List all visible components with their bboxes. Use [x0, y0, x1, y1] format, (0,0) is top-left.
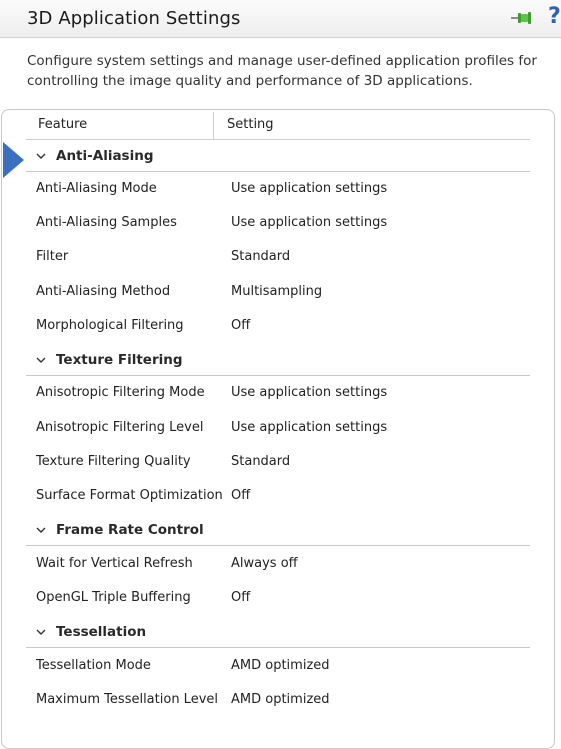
- chevron-down-icon[interactable]: [36, 629, 46, 636]
- setting-value[interactable]: AMD optimized: [231, 692, 330, 707]
- table-row[interactable]: Anti-Aliasing Mode Use application setti…: [26, 173, 530, 207]
- table-row[interactable]: Anti-Aliasing Samples Use application se…: [26, 207, 530, 241]
- setting-value[interactable]: Always off: [231, 556, 298, 571]
- group-anti-aliasing[interactable]: Anti-Aliasing: [26, 142, 530, 172]
- table-row[interactable]: Anisotropic Filtering Level Use applicat…: [26, 412, 530, 446]
- table-row[interactable]: OpenGL Triple Buffering Off: [26, 582, 530, 616]
- table-row[interactable]: Texture Filtering Quality Standard: [26, 446, 530, 480]
- setting-value[interactable]: Use application settings: [231, 181, 387, 196]
- group-tessellation[interactable]: Tessellation: [26, 618, 530, 648]
- table-header: Feature Setting: [26, 112, 530, 140]
- setting-value[interactable]: AMD optimized: [231, 658, 330, 673]
- group-label: Frame Rate Control: [56, 522, 204, 538]
- feature-label: Wait for Vertical Refresh: [36, 556, 193, 571]
- page-title: 3D Application Settings: [27, 8, 241, 29]
- table-row[interactable]: Morphological Filtering Off: [26, 310, 530, 344]
- feature-label: Anti-Aliasing Mode: [36, 181, 157, 196]
- feature-label: Surface Format Optimization: [36, 488, 223, 503]
- table-row[interactable]: Surface Format Optimization Off: [26, 480, 530, 514]
- table-row[interactable]: Anisotropic Filtering Mode Use applicati…: [26, 377, 530, 411]
- table-row[interactable]: Anti-Aliasing Method Multisampling: [26, 276, 530, 310]
- column-header-setting[interactable]: Setting: [227, 117, 274, 132]
- setting-value[interactable]: Use application settings: [231, 385, 387, 400]
- chevron-down-icon[interactable]: [36, 527, 46, 534]
- group-texture-filtering[interactable]: Texture Filtering: [26, 346, 530, 376]
- page-description: Configure system settings and manage use…: [27, 53, 537, 89]
- feature-label: Morphological Filtering: [36, 318, 184, 333]
- table-row[interactable]: Filter Standard: [26, 241, 530, 275]
- group-frame-rate-control[interactable]: Frame Rate Control: [26, 516, 530, 546]
- group-label: Anti-Aliasing: [56, 148, 154, 164]
- feature-label: Tessellation Mode: [36, 658, 151, 673]
- column-header-feature[interactable]: Feature: [38, 117, 87, 132]
- chevron-down-icon[interactable]: [36, 153, 46, 160]
- table-row[interactable]: Tessellation Mode AMD optimized: [26, 650, 530, 684]
- table-row[interactable]: Wait for Vertical Refresh Always off: [26, 548, 530, 582]
- feature-label: Anti-Aliasing Method: [36, 284, 171, 299]
- setting-value[interactable]: Use application settings: [231, 420, 387, 435]
- feature-label: Maximum Tessellation Level: [36, 692, 218, 707]
- group-label: Tessellation: [56, 624, 147, 640]
- setting-value[interactable]: Off: [231, 488, 250, 503]
- feature-label: Filter: [36, 249, 69, 264]
- feature-label: OpenGL Triple Buffering: [36, 590, 191, 605]
- setting-value[interactable]: Use application settings: [231, 215, 387, 230]
- feature-label: Texture Filtering Quality: [36, 454, 191, 469]
- chevron-down-icon[interactable]: [36, 357, 46, 364]
- feature-label: Anti-Aliasing Samples: [36, 215, 177, 230]
- setting-value[interactable]: Standard: [231, 249, 290, 264]
- setting-value[interactable]: Off: [231, 318, 250, 333]
- panel-header: 3D Application Settings ?: [0, 0, 561, 38]
- feature-label: Anisotropic Filtering Mode: [36, 385, 205, 400]
- table-row[interactable]: Maximum Tessellation Level AMD optimized: [26, 684, 530, 718]
- selection-arrow-icon: [3, 142, 24, 178]
- setting-value[interactable]: Standard: [231, 454, 290, 469]
- help-icon[interactable]: ?: [548, 4, 561, 29]
- column-divider[interactable]: [213, 112, 214, 139]
- pin-icon[interactable]: [509, 9, 535, 29]
- feature-label: Anisotropic Filtering Level: [36, 420, 204, 435]
- setting-value[interactable]: Off: [231, 590, 250, 605]
- setting-value[interactable]: Multisampling: [231, 284, 322, 299]
- group-label: Texture Filtering: [56, 352, 183, 368]
